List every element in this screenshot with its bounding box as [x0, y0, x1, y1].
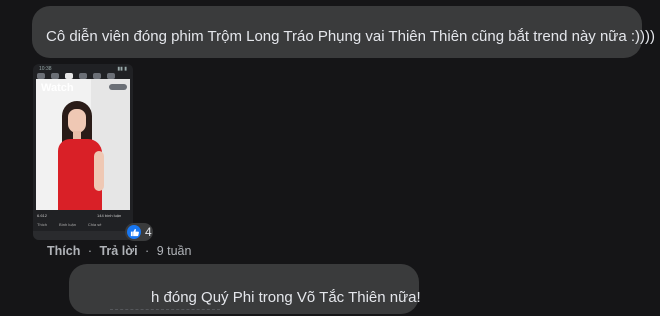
video-thumbnail	[36, 79, 130, 210]
comment-text: Cô diễn viên đóng phim Trộm Long Tráo Ph…	[46, 28, 656, 45]
comments-count: 144 bình luận	[97, 213, 122, 218]
comment-action: Bình luận	[59, 222, 76, 227]
post-stats: 6.612 144 bình luận	[37, 213, 121, 218]
status-time: 10:38	[39, 66, 52, 72]
comment-bubble: Cô diễn viên đóng phim Trộm Long Tráo Ph…	[32, 6, 655, 58]
status-icons: ▮▮ ▮	[117, 66, 127, 72]
comment-bubble: h đóng Quý Phi trong Võ Tắc Thiên nữa!	[69, 264, 421, 314]
post-actions: Thích Bình luận Chia sẻ	[37, 222, 101, 227]
watch-title: Watch	[41, 82, 74, 94]
reaction-summary[interactable]: 4	[125, 223, 153, 241]
separator-dot: ·	[87, 244, 92, 258]
share-action: Chia sẻ	[87, 222, 102, 227]
reaction-count: 4	[145, 225, 152, 239]
reply-link[interactable]: Trả lời	[99, 244, 137, 258]
system-nav-bar	[33, 231, 133, 240]
watch-tools-icon	[109, 84, 127, 90]
comment-text: h đóng Quý Phi trong Võ Tắc Thiên nữa!	[151, 289, 421, 306]
attached-screenshot[interactable]: 10:38 ▮▮ ▮ Watch 6.612 144 bình luận Thí…	[33, 64, 133, 240]
like-action: Thích	[37, 222, 48, 227]
reactions-count: 6.612	[37, 213, 48, 218]
comment-actions: Thích · Trả lời · 9 tuần	[47, 244, 191, 258]
comment-timestamp[interactable]: 9 tuần	[157, 244, 192, 258]
separator-dot: ·	[145, 244, 150, 258]
like-icon	[127, 225, 141, 239]
like-link[interactable]: Thích	[47, 244, 80, 258]
